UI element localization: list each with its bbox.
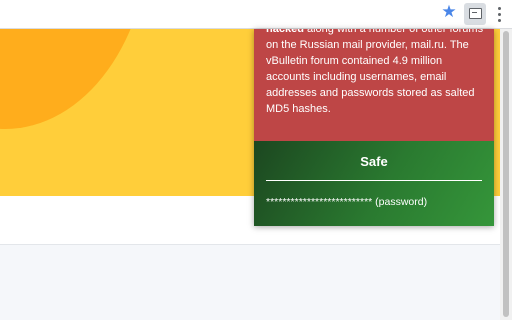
scrollbar[interactable]	[500, 29, 512, 320]
status-title: Safe	[360, 154, 388, 169]
extension-button[interactable]	[464, 3, 486, 25]
field-label: (password)	[375, 196, 428, 208]
scrollbar-thumb[interactable]	[503, 31, 509, 317]
safe-panel: Safe ************************** (passwor…	[254, 141, 494, 226]
password-row: ************************** (password)	[266, 196, 488, 208]
vertical-dots-icon	[498, 7, 501, 10]
hero-shape	[0, 29, 150, 129]
screen-icon	[469, 8, 482, 19]
breach-panel: hacked along with a number of other foru…	[254, 29, 494, 141]
menu-button[interactable]	[492, 3, 508, 25]
browser-toolbar: ★	[0, 0, 512, 29]
star-icon[interactable]: ★	[440, 3, 458, 21]
address-bar[interactable]	[0, 3, 462, 25]
masked-password: **************************	[266, 196, 373, 208]
extension-popup: hacked along with a number of other foru…	[254, 29, 494, 226]
divider	[266, 180, 482, 181]
breach-body: along with a number of other forums on t…	[266, 29, 484, 115]
breach-lead: hacked	[266, 29, 304, 35]
breach-description: hacked along with a number of other foru…	[266, 29, 488, 117]
